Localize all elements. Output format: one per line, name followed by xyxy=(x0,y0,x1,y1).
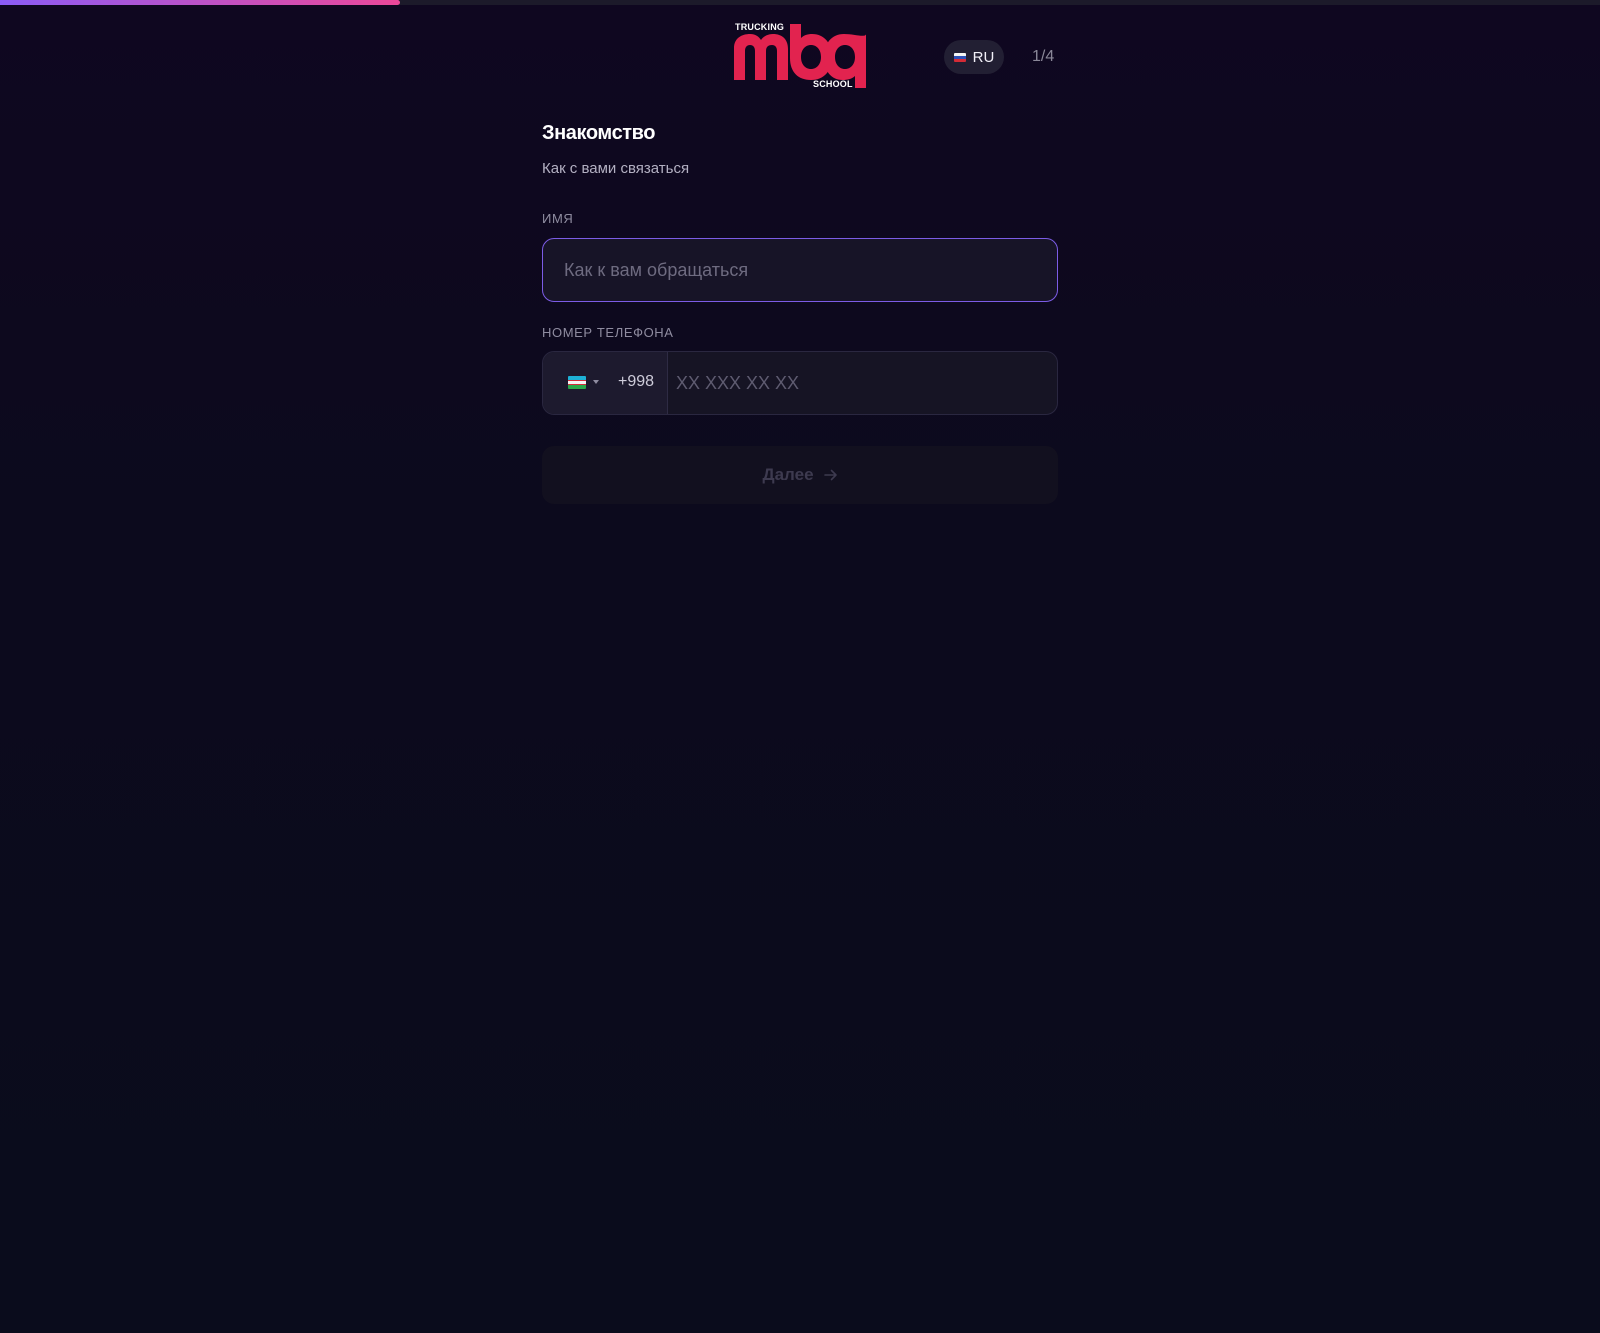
uzbekistan-flag-icon xyxy=(568,376,586,389)
phone-input[interactable] xyxy=(668,352,1057,414)
progress-bar-fill xyxy=(0,0,400,5)
progress-bar xyxy=(0,0,1600,5)
dial-code: +998 xyxy=(618,373,655,390)
arrow-right-icon xyxy=(823,469,837,481)
name-input[interactable] xyxy=(542,238,1058,302)
chevron-down-icon xyxy=(593,380,599,384)
step-counter: 1/4 xyxy=(1032,48,1055,65)
brand-logo[interactable]: TRUCKING SCHOOL xyxy=(732,20,868,92)
language-code: RU xyxy=(972,48,995,66)
language-switcher[interactable]: RU xyxy=(944,40,1004,74)
phone-label: НОМЕР ТЕЛЕФОНА xyxy=(542,325,674,340)
phone-field: +998 xyxy=(542,351,1058,415)
name-label: ИМЯ xyxy=(542,211,574,226)
header: TRUCKING SCHOOL RU 1/4 xyxy=(542,20,1058,94)
logo-bottom-text: SCHOOL xyxy=(813,79,853,89)
next-button-label: Далее xyxy=(762,465,814,484)
russia-flag-icon xyxy=(953,52,966,62)
next-button[interactable]: Далее xyxy=(542,446,1058,504)
page-subtitle: Как с вами связаться xyxy=(542,160,690,177)
logo-top-text: TRUCKING xyxy=(735,22,785,32)
page-title: Знакомство xyxy=(542,122,656,144)
country-code-select[interactable]: +998 xyxy=(543,352,668,414)
